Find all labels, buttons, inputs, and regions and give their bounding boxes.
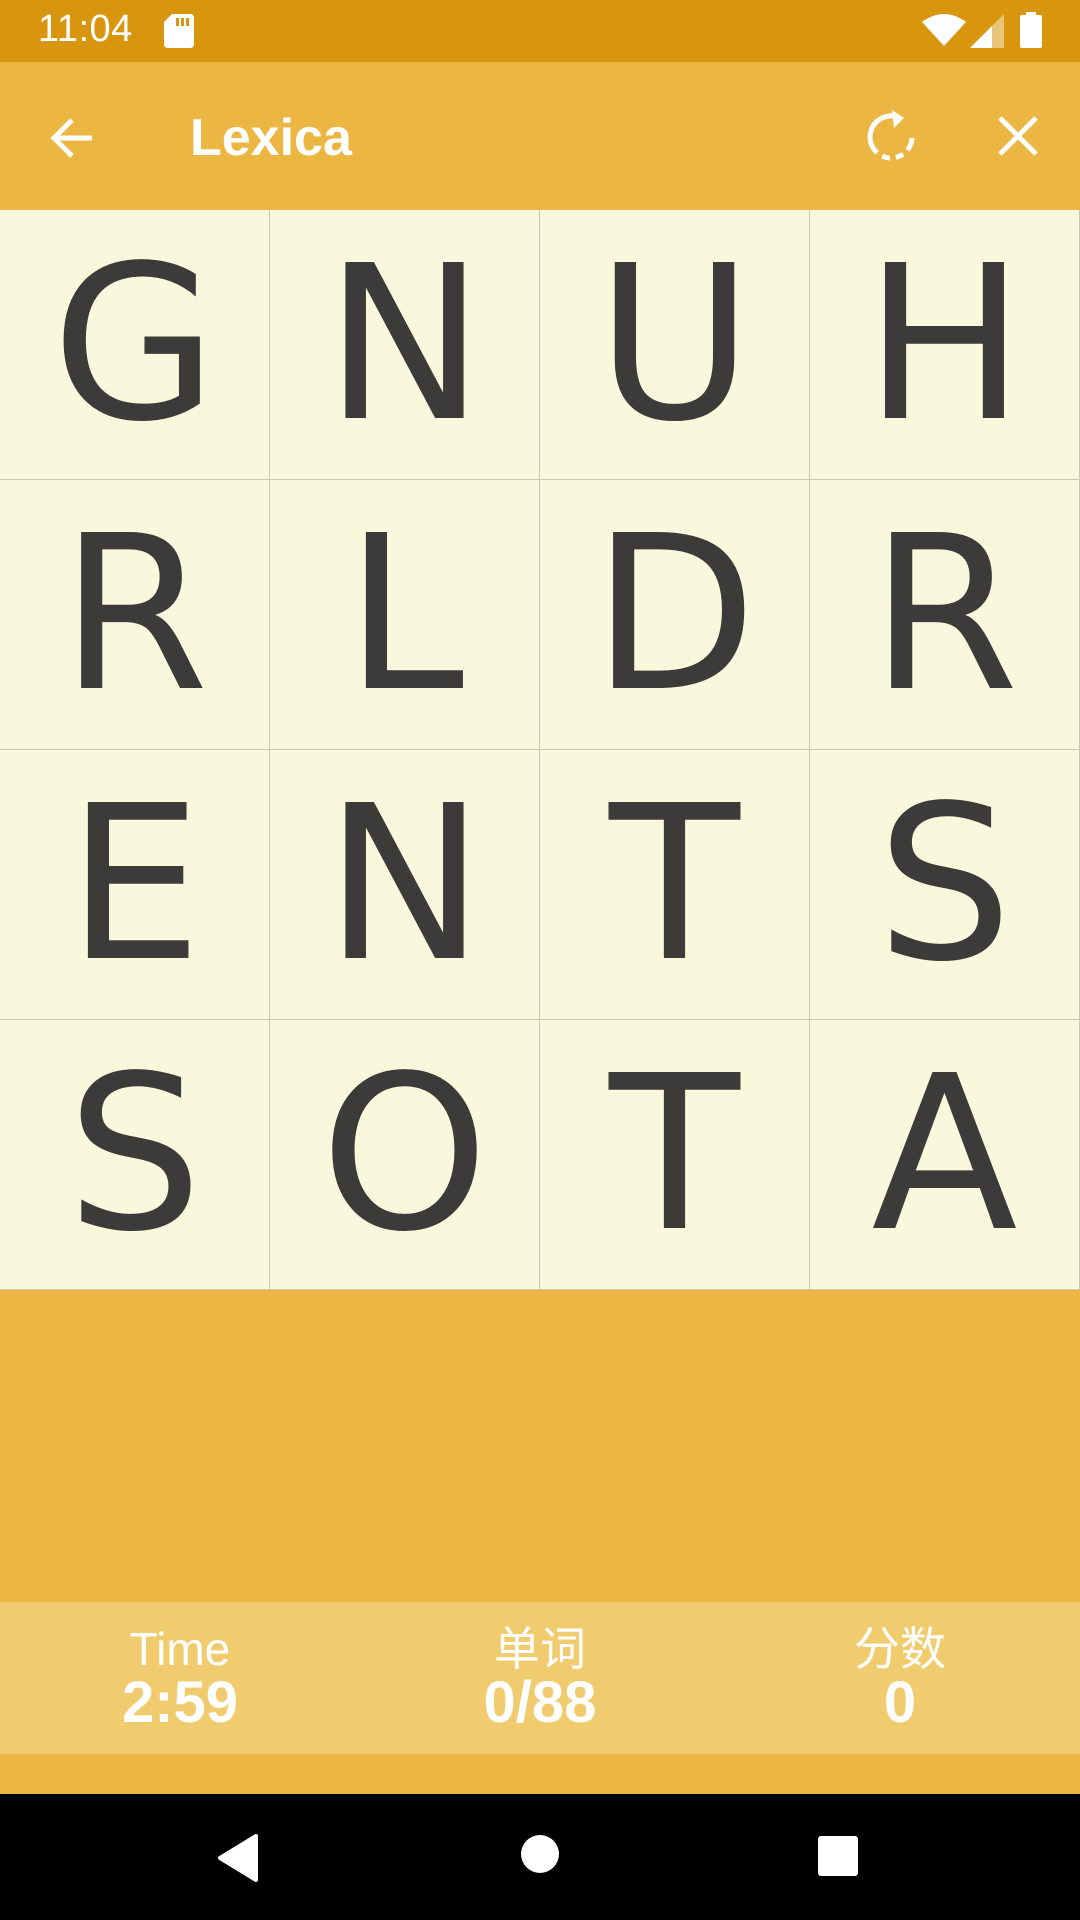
restart-button[interactable] <box>860 106 924 170</box>
status-time: 11:04 <box>38 8 133 50</box>
tile-r4-c2[interactable]: O <box>270 1020 540 1290</box>
nav-home-button[interactable] <box>520 1834 560 1878</box>
tile-r2-c4[interactable]: R <box>810 480 1080 750</box>
tile-r4-c4[interactable]: A <box>810 1020 1080 1290</box>
status-bar: 11:04 <box>0 0 1080 62</box>
tile-r1-c1[interactable]: G <box>0 210 270 480</box>
nav-recents-button[interactable] <box>818 1836 858 1880</box>
tile-r3-c4[interactable]: S <box>810 750 1080 1020</box>
close-button[interactable] <box>988 106 1048 166</box>
sd-card-icon <box>164 14 194 48</box>
tile-r1-c2[interactable]: N <box>270 210 540 480</box>
tile-r2-c3[interactable]: D <box>540 480 810 750</box>
score-label: 分数 <box>854 1623 946 1675</box>
score-stat: 分数 0 <box>720 1602 1080 1754</box>
words-value: 0/88 <box>483 1670 597 1735</box>
letter-board: G N U H R L D R E N T S S O T A <box>0 210 1080 1290</box>
time-stat: Time 2:59 <box>0 1602 360 1754</box>
words-stat: 单词 0/88 <box>360 1602 720 1754</box>
time-label: Time <box>129 1623 231 1675</box>
words-label: 单词 <box>494 1623 586 1675</box>
restart-icon <box>867 110 915 161</box>
battery-icon <box>1020 12 1042 48</box>
back-button[interactable] <box>44 108 104 168</box>
arrow-back-icon <box>50 118 92 158</box>
nav-back-icon <box>218 1834 258 1882</box>
app-bar: Lexica <box>0 62 1080 210</box>
cell-signal-icon <box>970 14 1004 48</box>
stats-bar: Time 2:59 单词 0/88 分数 0 <box>0 1602 1080 1754</box>
tile-r3-c1[interactable]: E <box>0 750 270 1020</box>
wifi-icon <box>922 14 966 46</box>
tile-r1-c4[interactable]: H <box>810 210 1080 480</box>
tile-r3-c2[interactable]: N <box>270 750 540 1020</box>
score-value: 0 <box>883 1670 917 1735</box>
tile-r1-c3[interactable]: U <box>540 210 810 480</box>
nav-home-icon <box>521 1835 559 1873</box>
tile-r2-c1[interactable]: R <box>0 480 270 750</box>
nav-recents-icon <box>818 1836 858 1876</box>
tile-r4-c1[interactable]: S <box>0 1020 270 1290</box>
tile-r4-c3[interactable]: T <box>540 1020 810 1290</box>
tile-r3-c3[interactable]: T <box>540 750 810 1020</box>
time-value: 2:59 <box>121 1670 239 1735</box>
tile-r2-c2[interactable]: L <box>270 480 540 750</box>
app-title: Lexica <box>190 109 352 167</box>
nav-back-button[interactable] <box>216 1834 260 1886</box>
system-nav-bar <box>0 1794 1080 1920</box>
close-icon <box>998 116 1038 156</box>
